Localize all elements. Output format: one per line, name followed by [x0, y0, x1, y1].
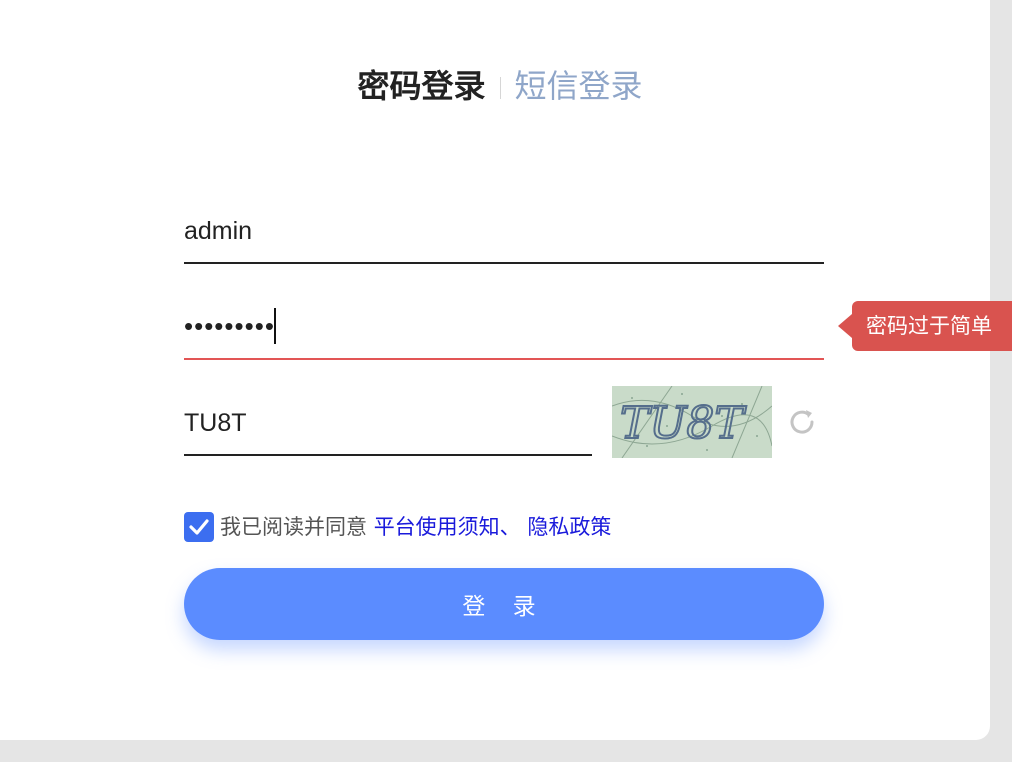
username-underline	[184, 262, 824, 264]
login-tabs: 密码登录 短信登录	[0, 66, 1000, 106]
password-field	[184, 300, 824, 360]
password-error-tooltip: 密码过于简单	[852, 301, 1012, 351]
refresh-icon[interactable]	[784, 404, 820, 440]
agreement-row: 我已阅读并同意 平台使用须知、 隐私政策	[184, 510, 611, 542]
captcha-image[interactable]: TU8T	[612, 386, 772, 458]
agreement-checkbox[interactable]	[184, 512, 214, 542]
tab-divider	[499, 77, 501, 99]
captcha-image-text: TU8T	[620, 398, 747, 449]
username-input[interactable]	[184, 206, 824, 256]
text-caret	[274, 308, 276, 344]
tooltip-arrow	[838, 314, 852, 338]
tab-password-login[interactable]: 密码登录	[357, 67, 485, 105]
captcha-underline	[184, 454, 592, 456]
username-field	[184, 206, 824, 264]
privacy-link[interactable]: 隐私政策	[527, 515, 611, 539]
login-button[interactable]: 登 录	[184, 568, 824, 640]
password-input[interactable]	[184, 300, 824, 352]
captcha-field	[184, 398, 592, 456]
tab-sms-login[interactable]: 短信登录	[515, 67, 643, 105]
terms-link[interactable]: 平台使用须知、	[374, 515, 521, 539]
check-icon	[189, 519, 209, 535]
password-underline-error	[184, 358, 824, 360]
captcha-input[interactable]	[184, 398, 592, 448]
agreement-text: 我已阅读并同意	[220, 515, 367, 539]
